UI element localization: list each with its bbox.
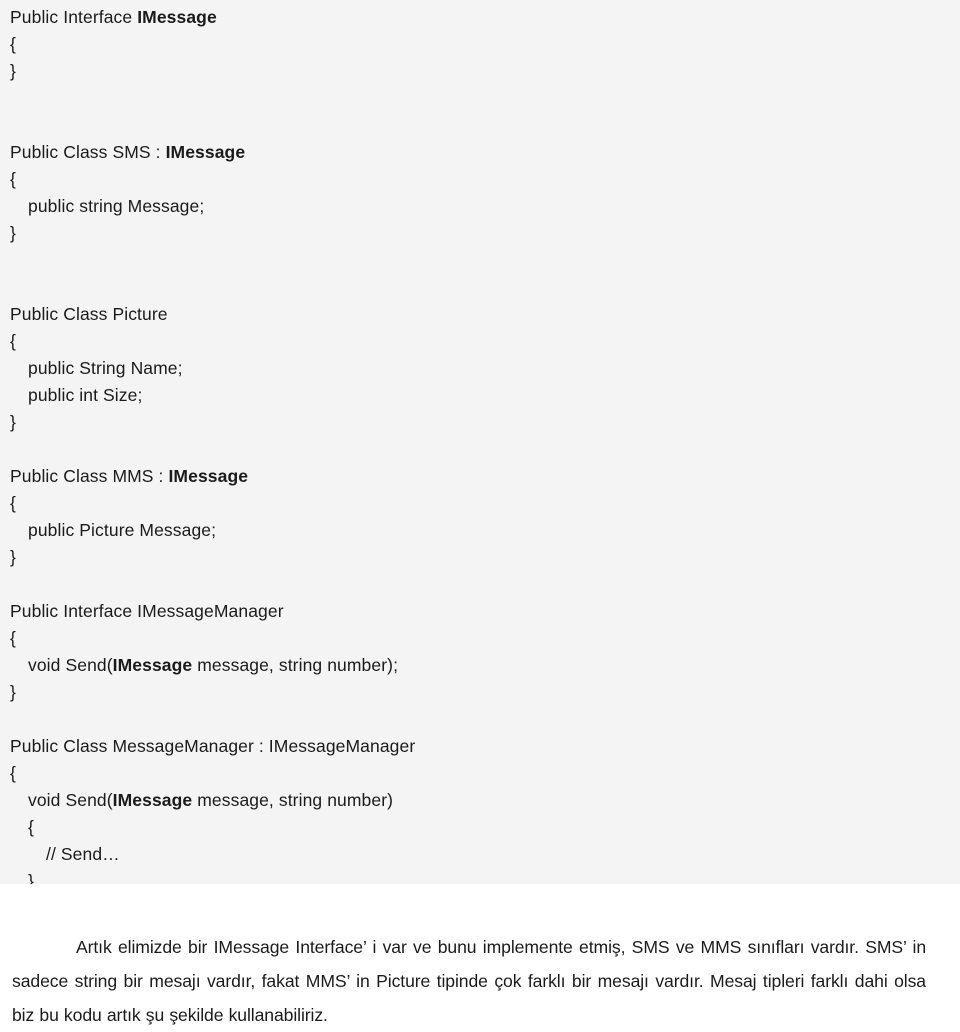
code-line: void Send(IMessage message, string numbe… — [0, 652, 960, 679]
code-token: { — [10, 169, 16, 189]
code-token: } — [10, 61, 16, 81]
code-block-separator — [0, 571, 960, 598]
code-line: { — [0, 760, 960, 787]
code-token: } — [10, 412, 16, 432]
code-block-separator — [0, 274, 960, 301]
code-token: public Picture Message; — [28, 520, 217, 540]
code-token: } — [10, 547, 16, 567]
code-line: public String Name; — [0, 355, 960, 382]
code-line: public string Message; — [0, 193, 960, 220]
code-token-emphasis: IMessage — [112, 655, 193, 675]
code-token-emphasis: IMessage — [137, 7, 217, 27]
code-token: public String Name; — [28, 358, 183, 378]
code-token: Public Class MessageManager : IMessageMa… — [10, 736, 416, 756]
code-token: public int Size; — [28, 385, 143, 405]
code-line: public Picture Message; — [0, 517, 960, 544]
code-line: { — [0, 490, 960, 517]
code-line: } — [0, 409, 960, 436]
code-block-sms-class: Public Class SMS : IMessage { public strin… — [0, 139, 960, 247]
code-token: { — [10, 493, 16, 513]
code-token: } — [10, 223, 16, 243]
code-line: { — [0, 166, 960, 193]
code-line: Public Interface IMessageManager — [0, 598, 960, 625]
code-token: message, string number); — [192, 655, 399, 675]
code-block-mms-class: Public Class MMS : IMessage { public Pictu… — [0, 463, 960, 571]
document-page: Public Interface IMessage {} Public Class… — [0, 0, 960, 1025]
code-block-picture-class: Public Class Picture { public String Name;… — [0, 301, 960, 436]
code-token: Public Class SMS : — [10, 142, 166, 162]
code-line: Public Class MMS : IMessage — [0, 463, 960, 490]
code-block-imessagemanager-interface: Public Interface IMessageManager { void Se… — [0, 598, 960, 706]
code-line: Public Class SMS : IMessage — [0, 139, 960, 166]
code-token: // Send… — [46, 844, 120, 864]
code-token: void Send( — [28, 655, 113, 675]
code-line: Public Class Picture — [0, 301, 960, 328]
code-line: // Send… — [0, 841, 960, 868]
code-token: void Send( — [28, 790, 113, 810]
code-line: { — [0, 814, 960, 841]
code-token: { — [10, 628, 16, 648]
code-line: { — [0, 328, 960, 355]
code-line: } — [0, 220, 960, 247]
code-line: } — [0, 679, 960, 706]
code-line: } — [0, 58, 960, 85]
code-block-imessage-interface: Public Interface IMessage {} — [0, 4, 960, 85]
code-token-emphasis: IMessage — [168, 466, 249, 486]
code-line: { — [0, 625, 960, 652]
code-token-emphasis: IMessage — [165, 142, 246, 162]
code-token: { — [28, 817, 34, 837]
code-token: Public Class Picture — [10, 304, 168, 324]
caption-paragraph: Artık elimizde bir IMessage Interface’ i… — [12, 937, 926, 1025]
code-block-separator — [0, 436, 960, 463]
caption-section: Artık elimizde bir IMessage Interface’ i… — [0, 884, 960, 1025]
code-token: { — [10, 331, 16, 351]
code-token: { — [10, 34, 16, 54]
code-listing-panel: Public Interface IMessage {} Public Class… — [0, 0, 960, 918]
code-line: Public Interface IMessage — [0, 4, 960, 31]
code-line: Public Class MessageManager : IMessageMa… — [0, 733, 960, 760]
code-block-separator — [0, 247, 960, 274]
code-block-separator — [0, 706, 960, 733]
code-token: } — [10, 682, 16, 702]
code-token: Public Class MMS : — [10, 466, 169, 486]
code-token: public string Message; — [28, 196, 205, 216]
code-block-separator — [0, 85, 960, 112]
code-line: } — [0, 544, 960, 571]
code-token: { — [10, 763, 16, 783]
code-token: message, string number) — [192, 790, 394, 810]
code-line: { — [0, 31, 960, 58]
code-token: Public Interface IMessageManager — [10, 601, 284, 621]
code-line: void Send(IMessage message, string numbe… — [0, 787, 960, 814]
code-token-emphasis: IMessage — [112, 790, 193, 810]
code-block-separator — [0, 112, 960, 139]
code-line: public int Size; — [0, 382, 960, 409]
code-token: Public Interface — [10, 7, 138, 27]
